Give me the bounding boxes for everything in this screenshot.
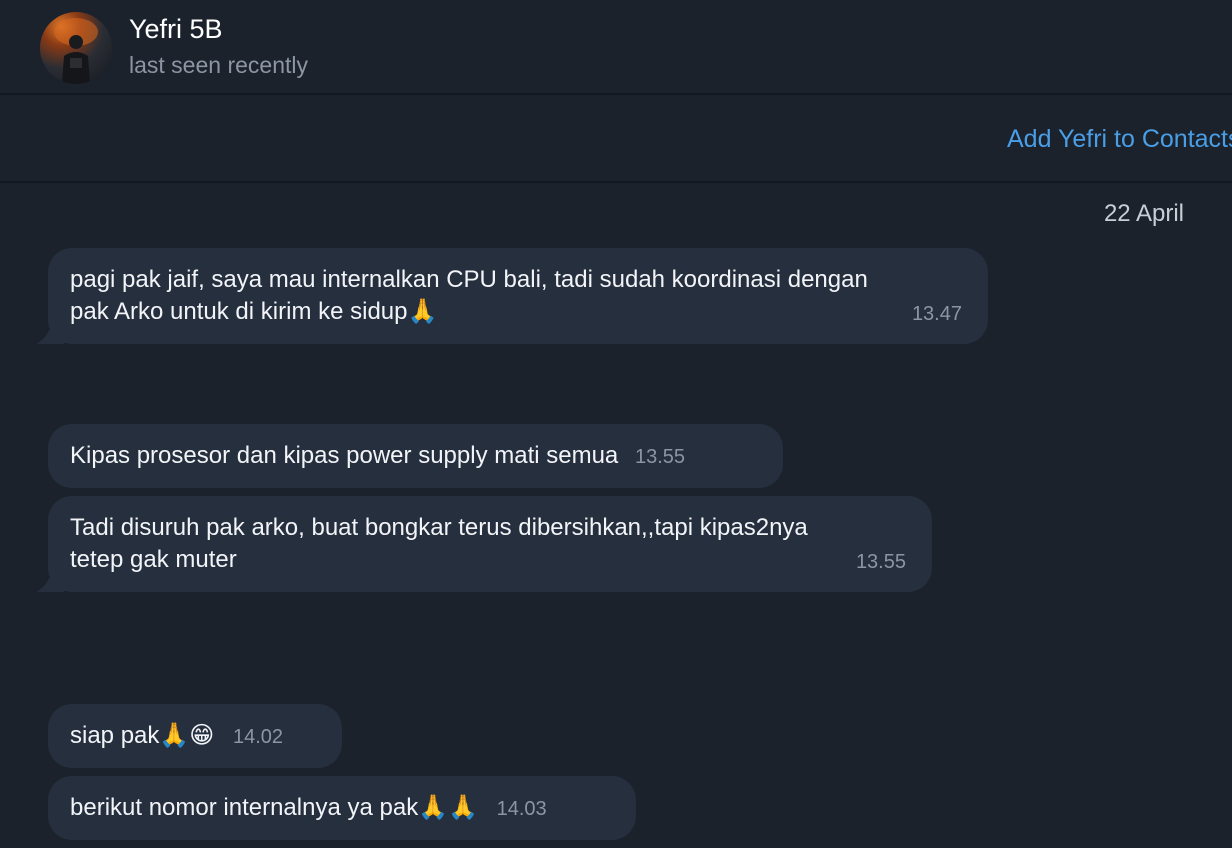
message-time: 13.55 xyxy=(634,446,686,468)
contact-name[interactable]: Yefri 5B xyxy=(129,14,223,45)
avatar[interactable] xyxy=(40,12,112,84)
contact-status: last seen recently xyxy=(129,52,308,78)
message-time: 14.03 xyxy=(496,798,547,820)
add-contact-bar: Add Yefri to Contacts xyxy=(0,97,1232,183)
message-text: siap pak🙏😁 xyxy=(70,722,215,749)
message-bubble[interactable]: Kipas prosesor dan kipas power supply ma… xyxy=(48,424,783,488)
add-contact-button[interactable]: Add Yefri to Contacts xyxy=(1007,125,1232,154)
message-text: Tadi disuruh pak arko, buat bongkar teru… xyxy=(70,514,808,573)
message-text: berikut nomor internalnya ya pak🙏🙏 xyxy=(70,794,478,821)
message-time: 14.02 xyxy=(232,726,284,748)
message-bubble[interactable]: Tadi disuruh pak arko, buat bongkar teru… xyxy=(48,496,932,592)
message-bubble[interactable]: siap pak🙏😁 14.02 xyxy=(48,704,342,768)
message-text: pagi pak jaif, saya mau internalkan CPU … xyxy=(70,266,868,325)
date-separator: 22 April xyxy=(1103,200,1184,227)
avatar-image-icon xyxy=(54,18,98,84)
message-bubble[interactable]: pagi pak jaif, saya mau internalkan CPU … xyxy=(48,248,988,344)
message-bubble[interactable]: berikut nomor internalnya ya pak🙏🙏 14.03 xyxy=(48,776,636,840)
chat-header: Yefri 5B last seen recently xyxy=(0,0,1232,95)
message-time: 13.47 xyxy=(911,303,962,325)
message-time: 13.55 xyxy=(855,551,906,573)
message-text: Kipas prosesor dan kipas power supply ma… xyxy=(70,442,619,469)
